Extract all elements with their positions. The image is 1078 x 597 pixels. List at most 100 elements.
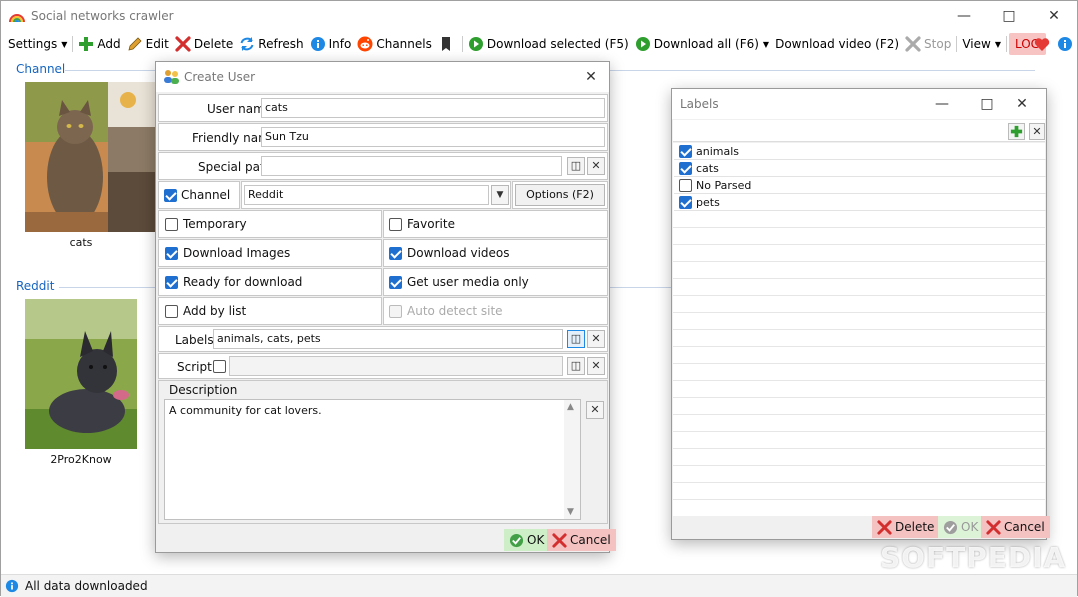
label-checkbox[interactable] xyxy=(679,145,692,158)
auto-detect-site-label: Auto detect site xyxy=(407,304,503,318)
cancel-button[interactable]: Cancel xyxy=(981,516,1050,538)
list-item[interactable]: No Parsed xyxy=(674,177,1046,194)
create-user-dialog: Create User ✕ User name cats Friendly na… xyxy=(155,61,616,553)
info-button[interactable]: Info xyxy=(307,33,355,55)
clear-x-button[interactable]: ✕ xyxy=(587,357,605,375)
auto-detect-site-checkbox[interactable] xyxy=(389,305,402,318)
label-text: pets xyxy=(696,196,720,209)
channels-button[interactable]: Channels xyxy=(354,33,435,55)
chevron-down-icon[interactable]: ▼ xyxy=(491,185,509,205)
user-name-input[interactable]: cats xyxy=(261,98,605,118)
info-icon xyxy=(5,579,19,593)
close-button[interactable]: ✕ xyxy=(1034,5,1074,27)
view-menu[interactable]: View ▼ xyxy=(959,33,1004,55)
label-text: animals xyxy=(696,145,740,158)
delete-button[interactable]: Delete xyxy=(872,516,940,538)
label-checkbox[interactable] xyxy=(679,196,692,209)
download-all-button[interactable]: Download all (F6) ▼ xyxy=(632,33,772,55)
download-all-label: Download all (F6) xyxy=(653,37,759,51)
play-icon xyxy=(635,37,650,51)
cancel-label: Cancel xyxy=(570,533,611,547)
ok-label: OK xyxy=(961,520,979,534)
download-video-button[interactable]: Download video (F2) xyxy=(772,33,902,55)
thumbnail-caption: 2Pro2Know xyxy=(25,453,137,467)
add-button[interactable]: Add xyxy=(75,33,123,55)
folder-browse-button[interactable]: ◫ xyxy=(567,357,585,375)
list-item[interactable]: animals xyxy=(674,143,1046,160)
heart-icon[interactable] xyxy=(1034,37,1050,52)
description-scrollbar[interactable]: ▲ ▼ xyxy=(564,400,580,519)
bookmark-button[interactable] xyxy=(435,33,460,55)
stop-button[interactable]: Stop xyxy=(902,33,954,55)
user-thumbnail-2pro2know[interactable] xyxy=(25,299,137,449)
ok-button[interactable]: OK xyxy=(938,516,984,538)
temporary-checkbox[interactable] xyxy=(165,218,178,231)
grey-x-icon xyxy=(905,36,921,52)
favorite-checkbox[interactable] xyxy=(389,218,402,231)
ok-button[interactable]: OK xyxy=(504,529,550,551)
red-x-icon xyxy=(986,519,1001,535)
add-by-list-cell: Add by list xyxy=(158,297,382,325)
description-label: Description xyxy=(169,383,238,397)
check-icon xyxy=(509,533,524,547)
labels-edit-button[interactable]: ◫ xyxy=(567,330,585,348)
friendly-name-row: Friendly name Sun Tzu xyxy=(158,123,608,151)
minimize-button[interactable]: — xyxy=(922,93,962,115)
download-selected-button[interactable]: Download selected (F5) xyxy=(465,33,632,55)
labels-label: Labels xyxy=(175,333,214,347)
cancel-button[interactable]: Cancel xyxy=(547,529,616,551)
settings-menu[interactable]: Settings ▼ xyxy=(5,33,70,55)
toolbar-separator xyxy=(461,36,463,52)
script-input[interactable] xyxy=(229,356,563,376)
label-checkbox[interactable] xyxy=(679,162,692,175)
scroll-up-icon[interactable]: ▲ xyxy=(567,402,574,412)
friendly-name-input[interactable]: Sun Tzu xyxy=(261,127,605,147)
download-videos-checkbox[interactable] xyxy=(389,247,402,260)
get-user-media-only-checkbox[interactable] xyxy=(389,276,402,289)
channel-row: Channel Reddit ▼ Options (F2) xyxy=(158,181,608,209)
refresh-button[interactable]: Refresh xyxy=(236,33,306,55)
delete-label: Delete xyxy=(193,37,234,51)
edit-button[interactable]: Edit xyxy=(124,33,172,55)
script-checkbox[interactable] xyxy=(213,360,226,373)
plus-icon xyxy=(79,37,94,51)
title-bar: Social networks crawler — □ ✕ xyxy=(1,1,1077,31)
dialog-close-button[interactable]: ✕ xyxy=(576,66,606,88)
clear-x-button[interactable]: ✕ xyxy=(587,330,605,348)
clear-x-button[interactable]: ✕ xyxy=(1029,123,1045,140)
status-text: All data downloaded xyxy=(25,579,148,593)
ready-for-download-label: Ready for download xyxy=(183,275,303,289)
labels-input[interactable]: animals, cats, pets xyxy=(213,329,563,349)
maximize-button[interactable]: □ xyxy=(967,93,1007,115)
options-button[interactable]: Options (F2) xyxy=(515,184,605,206)
description-group: Description A community for cat lovers. … xyxy=(158,380,608,524)
add-label: Add xyxy=(97,37,121,51)
folder-browse-button[interactable]: ◫ xyxy=(567,157,585,175)
favorite-cell: Favorite xyxy=(383,210,608,238)
description-textarea[interactable]: A community for cat lovers. ▲ ▼ xyxy=(164,399,581,520)
plus-icon[interactable] xyxy=(1008,123,1025,140)
get-user-media-only-label: Get user media only xyxy=(407,275,529,289)
label-text: No Parsed xyxy=(696,179,752,192)
list-item[interactable]: pets xyxy=(674,194,1046,211)
label-checkbox[interactable] xyxy=(679,179,692,192)
add-by-list-checkbox[interactable] xyxy=(165,305,178,318)
site-select[interactable]: Reddit xyxy=(244,185,489,205)
labels-dialog-title-bar: Labels — □ ✕ xyxy=(672,89,1046,119)
clear-x-button[interactable]: ✕ xyxy=(587,157,605,175)
maximize-button[interactable]: □ xyxy=(989,5,1029,27)
labels-dialog: Labels — □ ✕ ✕ animals cats No Parsed pe… xyxy=(671,88,1050,540)
channel-checkbox[interactable] xyxy=(164,189,177,202)
info-icon[interactable] xyxy=(1057,36,1073,52)
labels-dialog-toolbar: ✕ xyxy=(673,120,1045,142)
delete-button[interactable]: Delete xyxy=(172,33,236,55)
download-images-checkbox[interactable] xyxy=(165,247,178,260)
ok-label: OK xyxy=(527,533,545,547)
special-path-input[interactable] xyxy=(261,156,562,176)
clear-x-button[interactable]: ✕ xyxy=(586,401,604,419)
list-item[interactable]: cats xyxy=(674,160,1046,177)
scroll-down-icon[interactable]: ▼ xyxy=(567,507,574,517)
close-button[interactable]: ✕ xyxy=(1002,93,1042,115)
ready-for-download-checkbox[interactable] xyxy=(165,276,178,289)
minimize-button[interactable]: — xyxy=(944,5,984,27)
